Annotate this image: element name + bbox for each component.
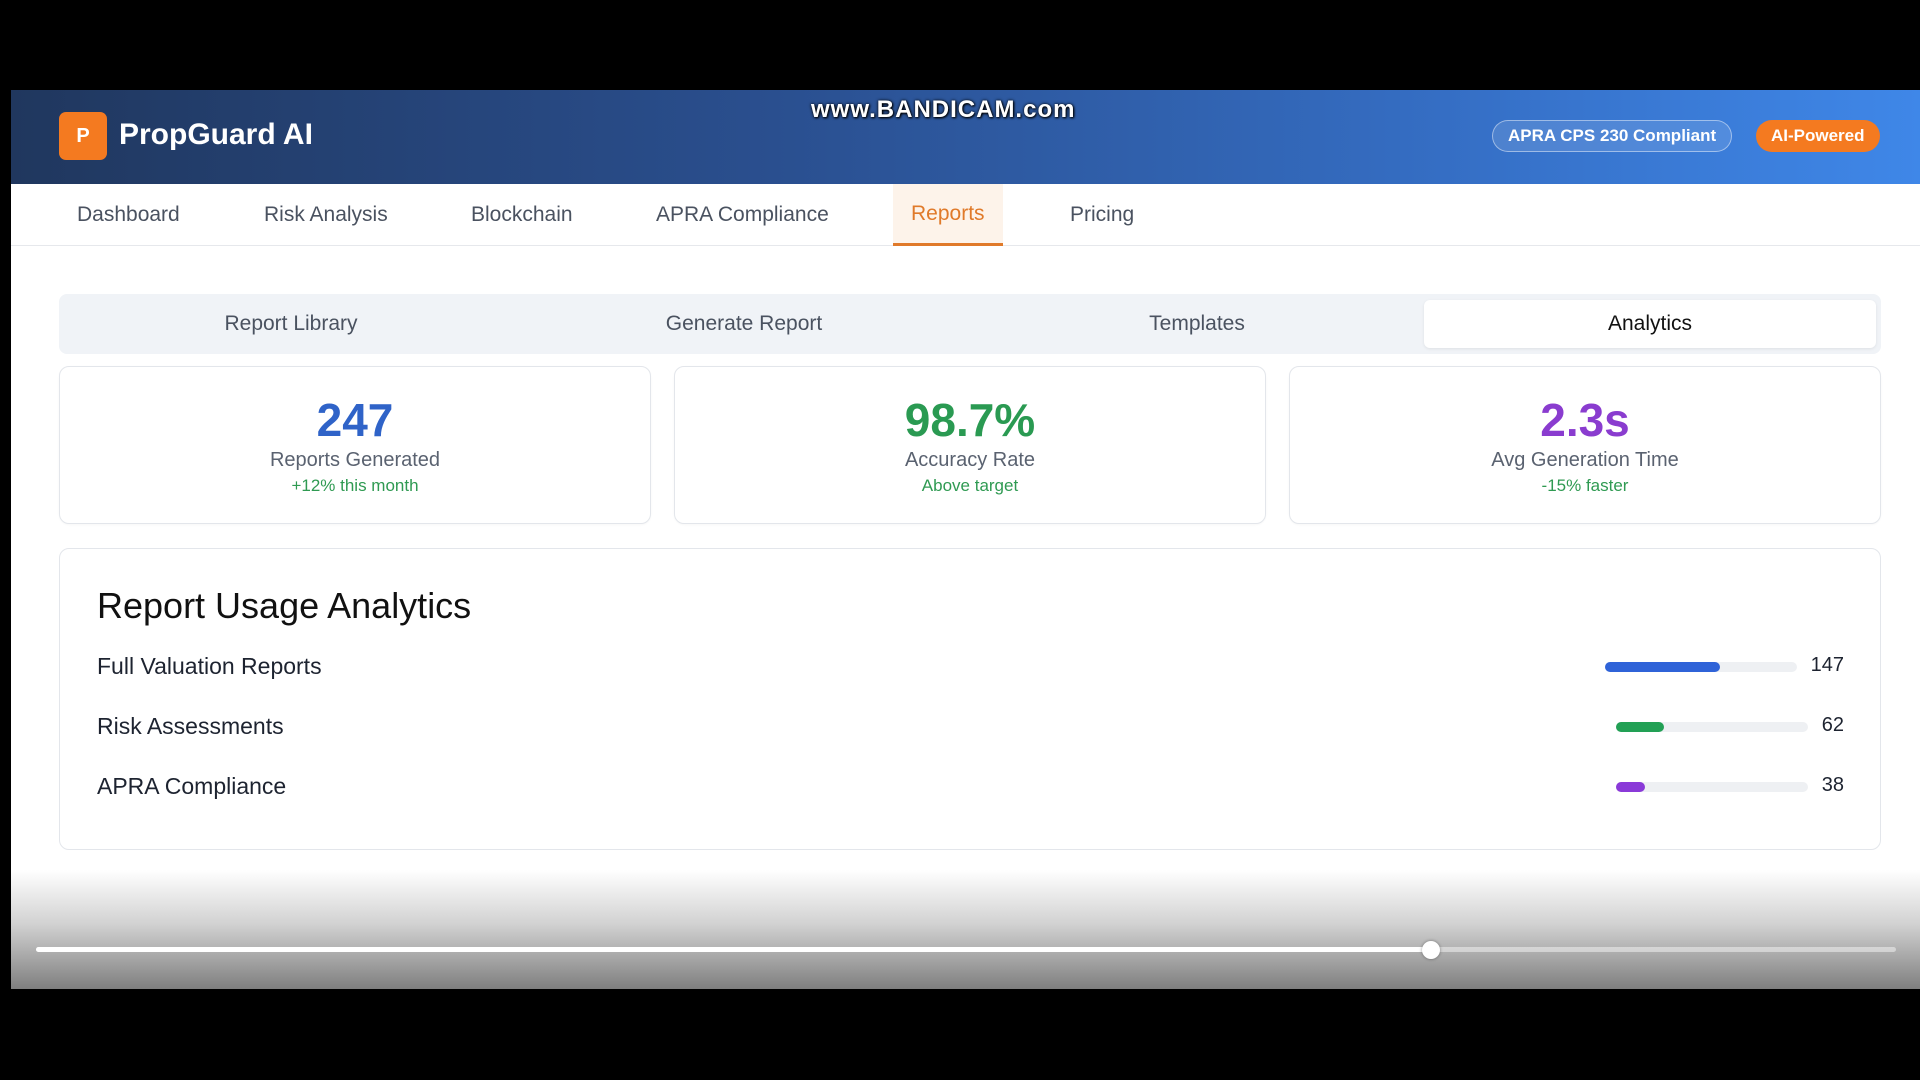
nav-blockchain[interactable]: Blockchain xyxy=(471,184,573,246)
stat-value: 2.3s xyxy=(1540,394,1630,446)
stat-card-generation-time: 2.3s Avg Generation Time -15% faster xyxy=(1289,366,1881,524)
stat-value: 98.7% xyxy=(904,394,1036,446)
main-nav: Dashboard Risk Analysis Blockchain APRA … xyxy=(11,184,1920,246)
stat-subtext: -15% faster xyxy=(1541,476,1629,495)
usage-bar-fill xyxy=(1605,662,1721,672)
usage-row-full-valuation: Full Valuation Reports 147 xyxy=(97,647,1844,687)
stat-value: 247 xyxy=(316,394,394,446)
usage-count: 62 xyxy=(1821,714,1844,736)
recorder-watermark: www.BANDICAM.com xyxy=(811,96,1076,123)
nav-dashboard[interactable]: Dashboard xyxy=(77,184,180,246)
seek-bar-progress xyxy=(36,947,1431,952)
stat-card-accuracy: 98.7% Accuracy Rate Above target xyxy=(674,366,1266,524)
report-subtabs: Report Library Generate Report Templates… xyxy=(59,294,1881,354)
nav-risk-analysis[interactable]: Risk Analysis xyxy=(264,184,388,246)
usage-label: Risk Assessments xyxy=(97,713,284,739)
usage-row-risk-assessments: Risk Assessments 62 xyxy=(97,707,1844,747)
usage-label: Full Valuation Reports xyxy=(97,653,322,679)
usage-count: 147 xyxy=(1810,654,1844,676)
stat-label: Accuracy Rate xyxy=(904,449,1036,471)
compliance-badge: APRA CPS 230 Compliant xyxy=(1492,120,1733,152)
player-controls-overlay xyxy=(11,870,1920,989)
usage-analytics-card: Report Usage Analytics Full Valuation Re… xyxy=(59,548,1881,850)
logo-icon: P xyxy=(59,112,107,160)
usage-bar-track xyxy=(1616,782,1808,792)
usage-row-apra-compliance: APRA Compliance 38 xyxy=(97,767,1844,807)
usage-bar-fill xyxy=(1616,782,1645,792)
stat-subtext: Above target xyxy=(921,476,1019,495)
stat-label: Reports Generated xyxy=(269,449,441,471)
nav-pricing[interactable]: Pricing xyxy=(1070,184,1134,246)
tab-analytics[interactable]: Analytics xyxy=(1424,300,1876,348)
stat-subtext: +12% this month xyxy=(291,476,419,495)
seek-handle[interactable] xyxy=(1422,941,1440,959)
tab-templates[interactable]: Templates xyxy=(971,300,1423,348)
usage-bar-track xyxy=(1605,662,1797,672)
stat-label: Avg Generation Time xyxy=(1491,449,1679,471)
usage-label: APRA Compliance xyxy=(97,773,287,799)
tab-report-library[interactable]: Report Library xyxy=(65,300,517,348)
tab-generate-report[interactable]: Generate Report xyxy=(518,300,970,348)
app-header: P PropGuard AI www.BANDICAM.com APRA CPS… xyxy=(11,90,1920,184)
ai-powered-badge: AI-Powered xyxy=(1756,120,1880,152)
usage-bar-fill xyxy=(1616,722,1664,732)
app-window: P PropGuard AI www.BANDICAM.com APRA CPS… xyxy=(11,90,1920,989)
usage-bar-track xyxy=(1616,722,1808,732)
stat-card-reports: 247 Reports Generated +12% this month xyxy=(59,366,651,524)
seek-bar[interactable] xyxy=(36,947,1896,952)
app-title: PropGuard AI xyxy=(119,118,313,151)
nav-reports[interactable]: Reports xyxy=(893,184,1003,246)
nav-apra-compliance[interactable]: APRA Compliance xyxy=(656,184,829,246)
usage-title: Report Usage Analytics xyxy=(97,585,472,626)
usage-count: 38 xyxy=(1821,774,1844,796)
